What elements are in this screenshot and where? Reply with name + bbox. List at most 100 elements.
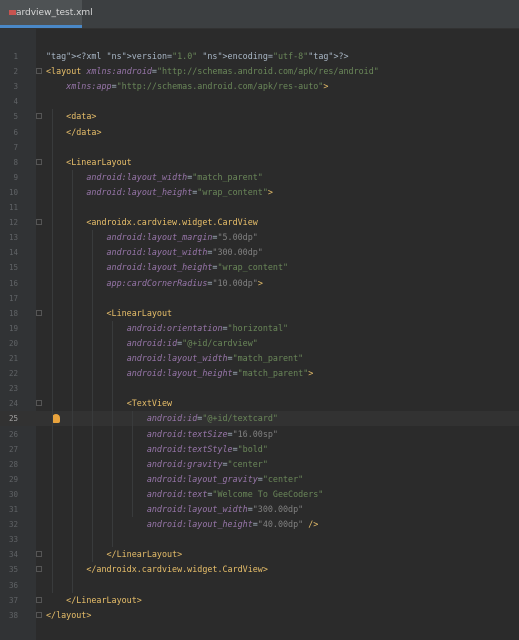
code-line[interactable]: 9 android:layout_width="match_parent" (0, 170, 519, 185)
line-number: 13 (8, 233, 18, 243)
code-line[interactable]: 20 android:id="@+id/cardview" (0, 336, 519, 351)
code-line[interactable]: 1 "tag"><?xml "ns">version="1.0" "ns">enc… (0, 49, 519, 64)
code-text: "tag"><?xml "ns">version="1.0" "ns">enco… (46, 51, 349, 61)
code-line[interactable]: 38 </layout> (0, 608, 519, 623)
editor-tab-bar: cardview_test.xml (0, 0, 519, 29)
code-text: <TextView (126, 398, 173, 409)
line-number: 18 (8, 308, 18, 318)
code-text: android:text="Welcome To GeeCoders" (146, 488, 324, 499)
line-number: 36 (8, 580, 18, 590)
code-text: android:orientation="horizontal" (126, 322, 289, 333)
code-line[interactable]: 24 <TextView (0, 396, 519, 411)
fold-marker-icon[interactable] (36, 400, 42, 407)
code-text: android:layout_gravity="center" (146, 473, 304, 484)
line-number: 29 (8, 474, 18, 484)
line-number: 27 (8, 444, 18, 454)
code-editor[interactable]: 1 "tag"><?xml "ns">version="1.0" "ns">enc… (0, 29, 519, 640)
line-number: 10 (8, 187, 18, 197)
code-line[interactable]: 18 <LinearLayout (0, 306, 519, 321)
line-number: 6 (13, 127, 18, 137)
code-line[interactable]: 29 android:layout_gravity="center" (0, 472, 519, 487)
fold-marker-icon[interactable] (36, 596, 42, 603)
code-line[interactable]: 8 <LinearLayout (0, 155, 519, 170)
code-line[interactable]: 19 android:orientation="horizontal" (0, 321, 519, 336)
code-line[interactable]: 22 android:layout_height="match_parent"> (0, 366, 519, 381)
line-number: 5 (13, 112, 18, 122)
code-text: android:layout_width="match_parent" (86, 171, 263, 182)
line-number: 15 (8, 263, 18, 273)
code-line[interactable]: 16 app:cardCornerRadius="10.00dp"> (0, 276, 519, 291)
fold-marker-icon[interactable] (36, 551, 42, 558)
indent-guide (92, 230, 93, 563)
code-line[interactable]: 28 android:gravity="center" (0, 457, 519, 472)
code-text: </LinearLayout> (66, 594, 142, 605)
code-text: android:textSize="16.00sp" (146, 428, 278, 439)
code-line[interactable]: 23 (0, 381, 519, 396)
line-number: 20 (8, 338, 18, 348)
line-number: 9 (13, 172, 18, 182)
code-line[interactable]: 31 android:layout_width="300.00dp" (0, 502, 519, 517)
indent-guide (72, 169, 73, 593)
line-number: 14 (8, 248, 18, 258)
code-text: android:layout_margin="5.00dp" (106, 232, 258, 243)
code-line[interactable]: 21 android:layout_width="match_parent" (0, 351, 519, 366)
code-text: <data> (66, 111, 97, 122)
code-text: <LinearLayout (106, 307, 173, 318)
line-number: 35 (8, 565, 18, 575)
code-line[interactable]: 7 (0, 140, 519, 155)
code-line[interactable]: 17 (0, 291, 519, 306)
indent-guide (132, 411, 133, 518)
code-line[interactable]: 32 android:layout_height="40.00dp" /> (0, 517, 519, 532)
code-line[interactable]: 35 </androidx.cardview.widget.CardView> (0, 562, 519, 577)
code-text: <LinearLayout (66, 156, 132, 167)
tab-cardview-test-xml[interactable]: cardview_test.xml (0, 0, 93, 28)
code-text: </layout> (46, 609, 92, 620)
code-line[interactable]: 33 (0, 532, 519, 547)
line-number: 34 (8, 550, 18, 560)
fold-marker-icon[interactable] (36, 566, 42, 573)
line-number: 32 (8, 520, 18, 530)
line-number: 28 (8, 459, 18, 469)
fold-marker-icon[interactable] (36, 113, 42, 120)
code-line[interactable]: 3 xmlns:app="http://schemas.android.com/… (0, 79, 519, 94)
fold-marker-icon[interactable] (36, 611, 42, 618)
code-text: android:textStyle="bold" (146, 443, 268, 454)
code-line[interactable]: 2 <layout xmlns:android="http://schemas.a… (0, 64, 519, 79)
code-line[interactable]: 37 </LinearLayout> (0, 593, 519, 608)
code-line[interactable]: 25 android:id="@+id/textcard" (0, 411, 519, 427)
fold-marker-icon[interactable] (36, 68, 42, 75)
code-line[interactable]: 4 (0, 94, 519, 109)
intention-lightbulb-icon[interactable] (52, 414, 60, 424)
code-text: </LinearLayout> (106, 549, 183, 560)
line-number: 22 (8, 369, 18, 379)
line-number: 37 (8, 595, 18, 605)
code-line[interactable]: 12 <androidx.cardview.widget.CardView (0, 215, 519, 230)
code-line[interactable]: 36 (0, 578, 519, 593)
code-text: android:layout_height="wrap_content"> (86, 186, 273, 197)
line-number: 1 (13, 52, 18, 61)
tab-label: cardview_test.xml (11, 7, 93, 18)
code-line[interactable]: 14 android:layout_width="300.00dp" (0, 245, 519, 260)
code-line[interactable]: 15 android:layout_height="wrap_content" (0, 260, 519, 275)
code-text: xmlns:app="http://schemas.android.com/ap… (66, 81, 329, 92)
code-line[interactable]: 30 android:text="Welcome To GeeCoders" (0, 487, 519, 502)
code-text: android:layout_height="40.00dp" /> (146, 519, 319, 530)
code-text: android:layout_height="match_parent"> (126, 368, 314, 379)
code-line[interactable]: 34 </LinearLayout> (0, 547, 519, 562)
code-text: android:layout_height="wrap_content" (106, 262, 289, 273)
code-line[interactable]: 26 android:textSize="16.00sp" (0, 427, 519, 442)
code-line[interactable]: 13 android:layout_margin="5.00dp" (0, 230, 519, 245)
code-line[interactable]: 27 android:textStyle="bold" (0, 442, 519, 457)
line-number: 2 (13, 67, 18, 77)
code-text: android:layout_width="300.00dp" (146, 504, 304, 514)
line-number: 38 (8, 610, 18, 620)
code-line[interactable]: 10 android:layout_height="wrap_content"> (0, 185, 519, 200)
code-line[interactable]: 6 </data> (0, 125, 519, 140)
fold-marker-icon[interactable] (36, 309, 42, 316)
code-line[interactable]: 11 (0, 200, 519, 215)
fold-marker-icon[interactable] (36, 219, 42, 226)
code-line[interactable]: 5 <data> (0, 109, 519, 124)
fold-marker-icon[interactable] (36, 158, 42, 165)
code-text: android:gravity="center" (146, 458, 268, 469)
line-number: 26 (8, 429, 18, 439)
